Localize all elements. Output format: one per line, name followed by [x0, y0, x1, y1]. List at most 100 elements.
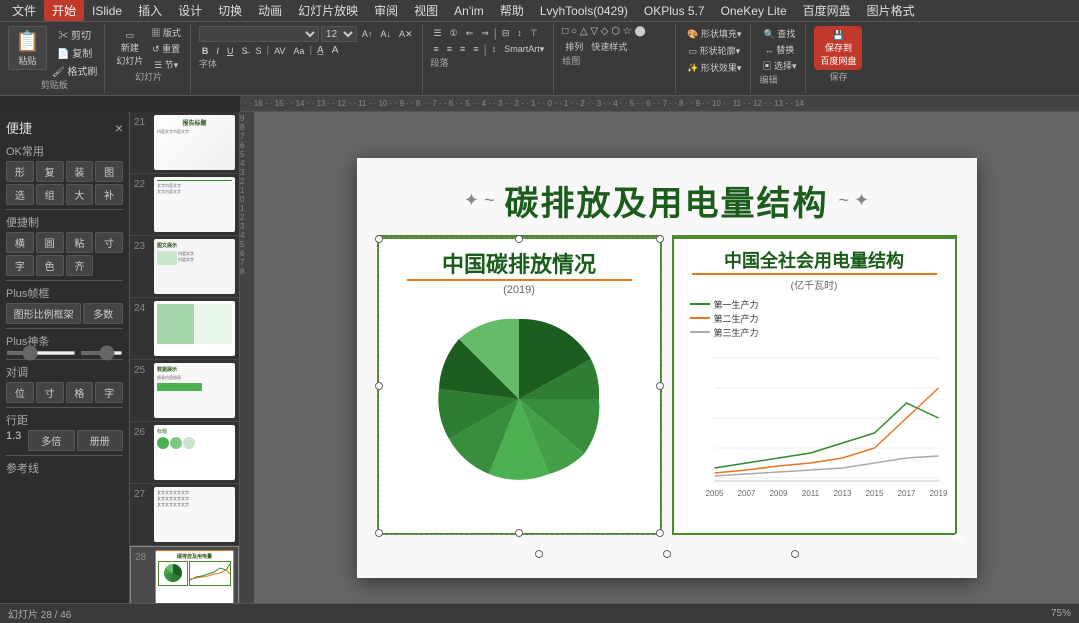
menu-file[interactable]: 文件: [4, 0, 44, 21]
align-left[interactable]: ≡: [431, 43, 442, 55]
menu-start[interactable]: 开始: [44, 0, 84, 21]
menu-help[interactable]: 帮助: [492, 0, 532, 21]
ok-da[interactable]: 大: [66, 184, 94, 205]
col-button[interactable]: ⊟: [499, 27, 513, 40]
slide-thumb-21[interactable]: 报告标题 内容文字内容文字: [154, 115, 235, 170]
bullet-list[interactable]: ☰: [431, 27, 445, 40]
shape-outline[interactable]: ▭ 形状轮廓▾: [684, 43, 744, 58]
ok-zhuang[interactable]: 装: [66, 161, 94, 182]
slider-input[interactable]: [6, 351, 76, 355]
shape-effect[interactable]: ✨ 形状效果▾: [684, 60, 744, 75]
slide-thumb-22[interactable]: 文字内容文字 文字内容文字: [154, 177, 235, 232]
find-button[interactable]: 🔍 查找: [759, 26, 799, 41]
shadow-button[interactable]: S: [252, 45, 264, 57]
slide-item-23[interactable]: 23 图文展示 内容文字 内容文字: [130, 236, 239, 298]
bottom-handle-l[interactable]: [535, 550, 543, 558]
menu-okplus[interactable]: OKPlus 5.7: [636, 2, 713, 20]
bold-button[interactable]: B: [199, 45, 212, 57]
slide-item-28[interactable]: 28 碳排放及用电量: [130, 546, 239, 609]
quick-styles[interactable]: 快速样式: [588, 39, 630, 54]
menu-insert[interactable]: 插入: [130, 0, 170, 21]
replace-button[interactable]: ↔ 替换: [759, 42, 799, 57]
chart-line-box[interactable]: 中国全社会用电量结构 (亿千瓦时) 第一生产力: [672, 235, 957, 535]
smartart-convert[interactable]: SmartArt▾: [501, 43, 547, 56]
save-baidu-button[interactable]: 💾保存到百度网盘: [814, 26, 862, 70]
bottom-handle-r[interactable]: [791, 550, 799, 558]
menu-lvyhtools[interactable]: LvyhTools(0429): [532, 2, 636, 20]
slide-item-22[interactable]: 22 文字内容文字 文字内容文字: [130, 174, 239, 236]
reset-button[interactable]: ↺ 重置: [148, 41, 184, 56]
layout-button[interactable]: ▦ 版式: [148, 25, 184, 40]
new-slide-button[interactable]: ▭新建幻灯片: [113, 29, 146, 68]
shape-ratio-btn[interactable]: 图形比例框架: [6, 303, 81, 324]
align-cun[interactable]: 寸: [36, 382, 64, 403]
slide-canvas[interactable]: ✦ ~ 碳排放及用电量结构 ~ ✦: [357, 158, 977, 578]
handle-tm[interactable]: [515, 235, 523, 243]
align-wei[interactable]: 位: [6, 382, 34, 403]
highlight-color[interactable]: A̲: [314, 44, 327, 57]
line-spacing-ribbon[interactable]: ↕: [489, 43, 500, 55]
shape-fill[interactable]: 🎨 形状填充▾: [684, 26, 744, 41]
number-list[interactable]: ①: [447, 27, 461, 40]
menu-switch[interactable]: 切换: [210, 0, 250, 21]
underline-button[interactable]: U: [224, 45, 237, 57]
ok-fu[interactable]: 复: [36, 161, 64, 182]
ok-tu[interactable]: 图: [95, 161, 123, 182]
font-decrease[interactable]: A↓: [377, 28, 394, 40]
font-clear[interactable]: A✕: [396, 28, 416, 41]
menu-baidu[interactable]: 百度网盘: [795, 0, 859, 21]
direction-button[interactable]: ↕: [514, 27, 525, 39]
line-duobei[interactable]: 多倍: [28, 430, 75, 451]
font-increase[interactable]: A↑: [359, 28, 376, 40]
menu-animate[interactable]: 动画: [250, 0, 290, 21]
menu-review[interactable]: 审阅: [366, 0, 406, 21]
char-spacing[interactable]: AV: [271, 45, 288, 57]
bj-cun[interactable]: 寸: [95, 232, 123, 253]
select-button[interactable]: ▣ 选择▾: [759, 58, 799, 73]
handle-br[interactable]: [656, 529, 664, 537]
indent-more[interactable]: ⇒: [478, 27, 492, 40]
indent-less[interactable]: ⇐: [463, 27, 477, 40]
handle-mr[interactable]: [656, 382, 664, 390]
font-size-select[interactable]: 12: [321, 26, 357, 42]
slide-item-26[interactable]: 26 标题: [130, 422, 239, 484]
canvas-area[interactable]: ✦ ~ 碳排放及用电量结构 ~ ✦: [254, 112, 1079, 623]
arrange-button[interactable]: 排列: [562, 39, 586, 54]
menu-islide[interactable]: ISlide: [84, 2, 130, 20]
slide-item-24[interactable]: 24: [130, 298, 239, 360]
slide-thumb-25[interactable]: 数据展示 图表内容图表: [154, 363, 235, 418]
line-cecel[interactable]: 册册: [77, 430, 124, 451]
italic-button[interactable]: I: [213, 45, 222, 57]
slide-item-25[interactable]: 25 数据展示 图表内容图表: [130, 360, 239, 422]
slide-item-27[interactable]: 27 文字文字文字文字 文字文字文字文字 文字文字文字文字: [130, 484, 239, 546]
handle-tl[interactable]: [375, 235, 383, 243]
font-family-select[interactable]: [199, 26, 319, 42]
align-right[interactable]: ≡: [457, 43, 468, 55]
ok-bu[interactable]: 补: [95, 184, 123, 205]
chart-pie-box[interactable]: 中国碳排放情况 (2019): [377, 235, 662, 535]
bj-zi[interactable]: 字: [6, 255, 34, 276]
paste-button[interactable]: 📋 粘贴: [8, 26, 47, 70]
slide-item-21[interactable]: 21 报告标题 内容文字内容文字: [130, 112, 239, 174]
handle-tr[interactable]: [656, 235, 664, 243]
panel-close-button[interactable]: ×: [115, 120, 123, 136]
bj-nian[interactable]: 粘: [66, 232, 94, 253]
menu-slideshow[interactable]: 幻灯片放映: [290, 0, 366, 21]
align-top[interactable]: ⊤: [527, 27, 541, 40]
menu-view[interactable]: 视图: [406, 0, 446, 21]
handle-bm[interactable]: [515, 529, 523, 537]
format-painter[interactable]: 🖌 格式刷: [49, 62, 100, 79]
bj-yuan[interactable]: 圆: [36, 232, 64, 253]
menu-design[interactable]: 设计: [170, 0, 210, 21]
text-direction[interactable]: Aa: [290, 45, 307, 57]
ok-xuan[interactable]: 选: [6, 184, 34, 205]
cut-button[interactable]: ✂ 剪切: [49, 26, 100, 43]
align-ge[interactable]: 格: [66, 382, 94, 403]
bj-se[interactable]: 色: [36, 255, 64, 276]
slider-input-2[interactable]: [80, 351, 123, 355]
bj-qi[interactable]: 齐: [66, 255, 94, 276]
ok-zu[interactable]: 组: [36, 184, 64, 205]
slide-thumb-24[interactable]: [154, 301, 235, 356]
menu-picture-format[interactable]: 图片格式: [859, 0, 923, 21]
menu-anim[interactable]: An'im: [446, 2, 492, 20]
